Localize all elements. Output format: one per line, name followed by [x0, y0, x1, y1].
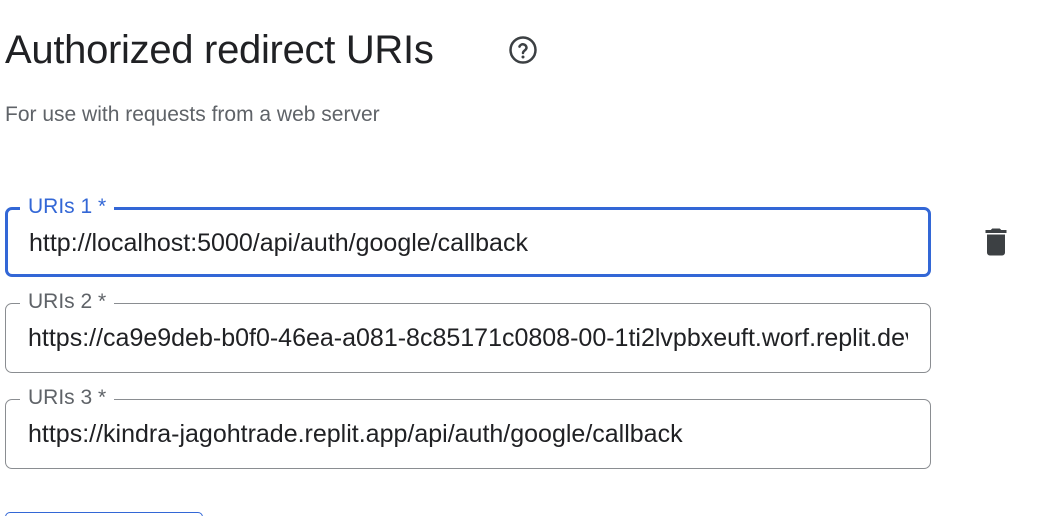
- uri-field-1[interactable]: URIs 1 *: [5, 194, 931, 277]
- uri-field-label: URIs 2 *: [20, 289, 115, 315]
- section-subtitle: For use with requests from a web server: [5, 103, 380, 126]
- section-title: Authorized redirect URIs: [5, 28, 434, 72]
- authorized-redirect-uris-section: Authorized redirect URIs For use with re…: [0, 0, 1064, 516]
- uri-field-label: URIs 3 *: [20, 385, 115, 411]
- uri-input[interactable]: [28, 418, 908, 450]
- add-uri-button[interactable]: [5, 512, 203, 516]
- uri-input[interactable]: [29, 227, 909, 259]
- uri-field-3[interactable]: URIs 3 *: [5, 385, 931, 469]
- uri-field-label: URIs 1 *: [20, 194, 115, 220]
- delete-uri-button[interactable]: [978, 224, 1014, 260]
- uri-input[interactable]: [28, 322, 908, 354]
- help-circle-icon[interactable]: [508, 35, 538, 65]
- trash-icon: [985, 228, 1007, 256]
- uri-field-2[interactable]: URIs 2 *: [5, 289, 931, 373]
